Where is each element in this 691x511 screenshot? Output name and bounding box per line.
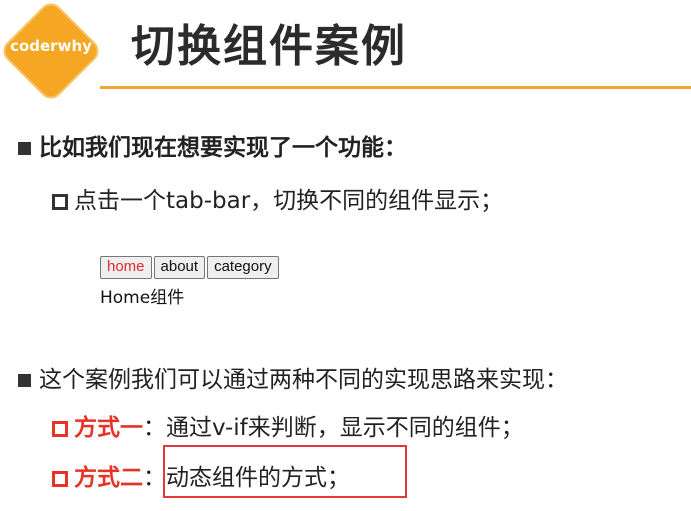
component-label: Home组件 (100, 288, 185, 308)
page-title: 切换组件案例 (131, 21, 407, 72)
point-2-text: 这个案例我们可以通过两种不同的实现思路来实现： (39, 367, 568, 393)
method-1: 方式一：通过v-if来判断，显示不同的组件； (52, 408, 524, 442)
title-underline (100, 86, 691, 89)
point-1-sub: 点击一个tab-bar，切换不同的组件显示； (52, 181, 503, 215)
tab-category-button[interactable]: category (207, 256, 279, 279)
tab-about-button[interactable]: about (153, 256, 206, 279)
logo-text: coderwhy (10, 37, 92, 55)
method-1-label: 方式一 (74, 415, 143, 441)
demo-tab-bar: home about category (100, 256, 281, 279)
hollow-square-bullet-icon (52, 193, 68, 210)
tab-home-button[interactable]: home (100, 256, 152, 279)
method-2-label: 方式二 (74, 465, 143, 491)
method-1-separator: ： (143, 415, 166, 441)
point-1-text: 比如我们现在想要实现了一个功能： (39, 135, 407, 161)
red-hollow-square-bullet-icon (52, 420, 68, 437)
method-1-text: 通过v-if来判断，显示不同的组件； (166, 415, 524, 441)
square-bullet-icon (18, 142, 31, 155)
point-2: 这个案例我们可以通过两种不同的实现思路来实现： (18, 360, 568, 394)
point-1: 比如我们现在想要实现了一个功能： (18, 128, 407, 162)
point-1-sub-text: 点击一个tab-bar，切换不同的组件显示； (74, 188, 504, 214)
square-bullet-icon (18, 374, 31, 387)
red-hollow-square-bullet-icon (52, 470, 68, 487)
highlight-box (163, 445, 407, 498)
